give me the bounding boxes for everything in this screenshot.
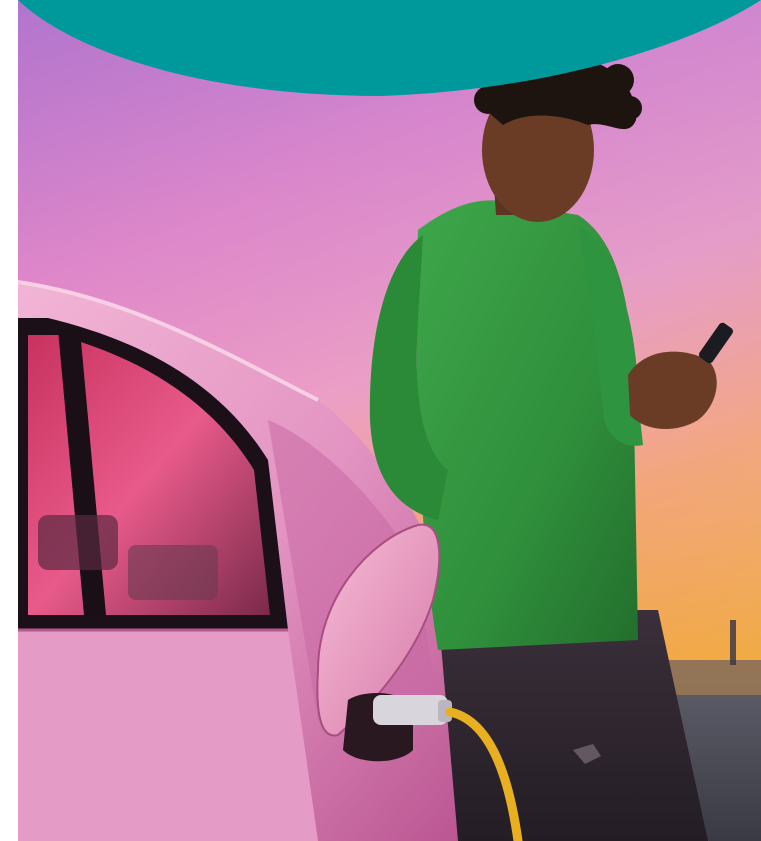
car-door (18, 630, 318, 841)
hair-curl (618, 96, 642, 120)
page (0, 0, 761, 841)
hero-photo (18, 0, 761, 841)
hero-illustration (18, 0, 761, 841)
left-margin (0, 0, 18, 110)
hair-curl (474, 86, 502, 114)
car-seat (38, 515, 118, 570)
charger-plug (373, 695, 448, 725)
car-interior (128, 545, 218, 600)
hair-curl (602, 64, 634, 96)
distant-post (730, 620, 736, 665)
